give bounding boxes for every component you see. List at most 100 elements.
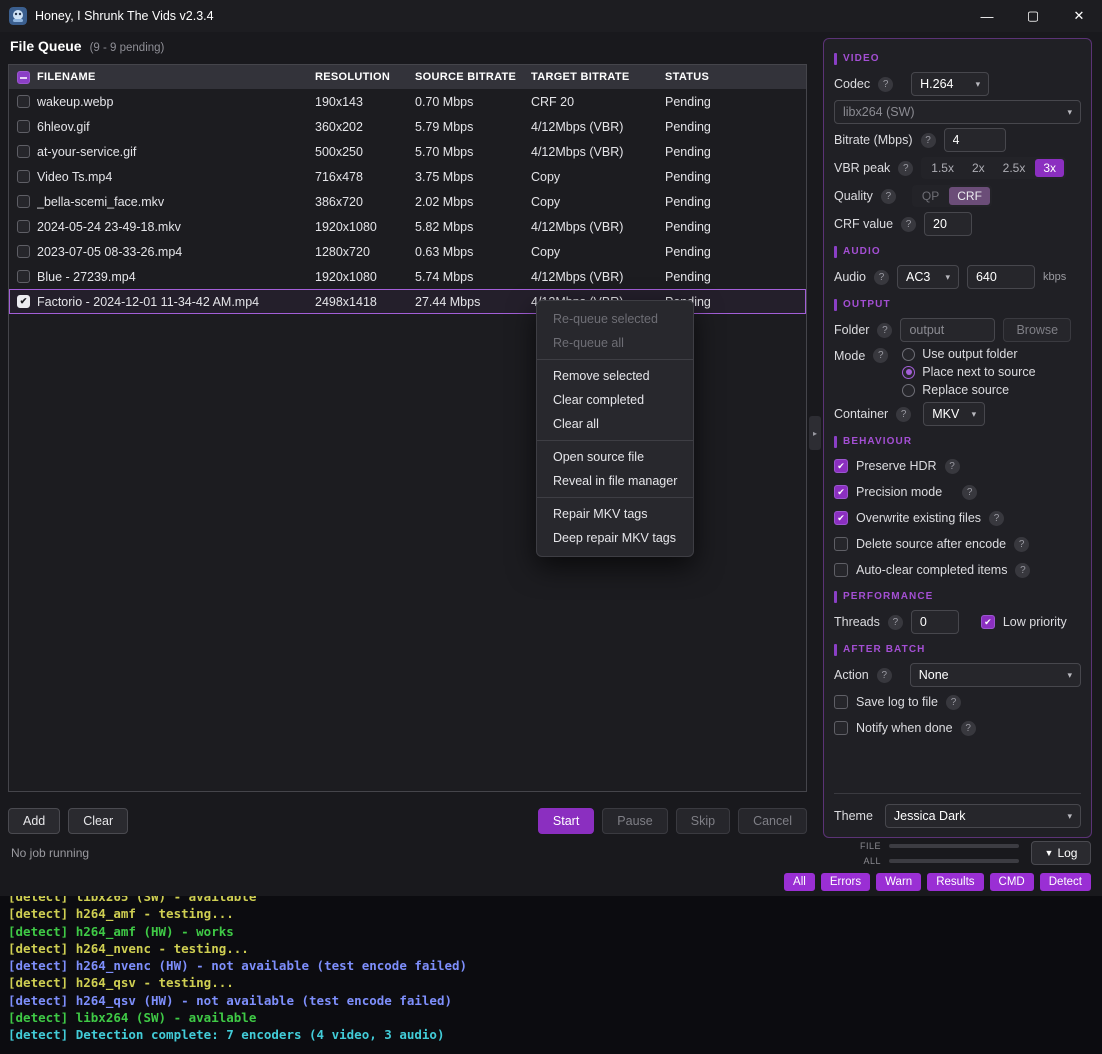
help-icon[interactable]: ?	[898, 161, 913, 176]
table-row[interactable]: 2024-05-24 23-49-18.mkv 1920x1080 5.82 M…	[9, 214, 806, 239]
cancel-button[interactable]: Cancel	[738, 808, 807, 834]
help-icon[interactable]: ?	[896, 407, 911, 422]
help-icon[interactable]: ?	[877, 323, 892, 338]
help-icon[interactable]: ?	[877, 668, 892, 683]
log-toggle-button[interactable]: ▼ Log	[1031, 841, 1091, 865]
bitrate-input[interactable]	[944, 128, 1006, 152]
add-button[interactable]: Add	[8, 808, 60, 834]
container-select[interactable]: MKV ▾	[923, 402, 985, 426]
row-checkbox[interactable]	[17, 195, 30, 208]
col-target-bitrate[interactable]: TARGET BITRATE	[531, 71, 665, 83]
menu-deep-repair-mkv-tags[interactable]: Deep repair MKV tags	[537, 526, 693, 550]
mode-use-output-folder[interactable]: Use output folder	[902, 347, 1035, 361]
auto-clear-checkbox[interactable]	[834, 563, 848, 577]
close-icon[interactable]: ✕	[1056, 0, 1102, 32]
mode-label: Mode	[834, 349, 865, 363]
col-filename[interactable]: FILENAME	[37, 71, 315, 83]
maximize-icon[interactable]: ▢	[1010, 0, 1056, 32]
help-icon[interactable]: ?	[888, 615, 903, 630]
table-row[interactable]: 2023-07-05 08-33-26.mp4 1280x720 0.63 Mb…	[9, 239, 806, 264]
table-row[interactable]: 6hleov.gif 360x202 5.79 Mbps 4/12Mbps (V…	[9, 114, 806, 139]
filter-results-button[interactable]: Results	[927, 873, 983, 891]
output-folder-input[interactable]	[900, 318, 995, 342]
mode-place-next-to-source[interactable]: Place next to source	[902, 365, 1035, 379]
audio-bitrate-input[interactable]	[967, 265, 1035, 289]
browse-button[interactable]: Browse	[1003, 318, 1071, 342]
select-all-checkbox[interactable]	[17, 71, 30, 84]
notify-checkbox[interactable]	[834, 721, 848, 735]
table-row[interactable]: Video Ts.mp4 716x478 3.75 Mbps Copy Pend…	[9, 164, 806, 189]
help-icon[interactable]: ?	[878, 77, 893, 92]
save-log-checkbox[interactable]	[834, 695, 848, 709]
cell-filename: wakeup.webp	[37, 95, 315, 109]
log-panel[interactable]: [detect] libx265 (SW) - available [detec…	[0, 896, 1102, 1054]
help-icon[interactable]: ?	[921, 133, 936, 148]
vbr-option-3x[interactable]: 3x	[1035, 159, 1064, 177]
overwrite-existing-checkbox[interactable]: ✔	[834, 511, 848, 525]
vbr-option-2x[interactable]: 2x	[964, 159, 993, 177]
filter-errors-button[interactable]: Errors	[821, 873, 870, 891]
start-button[interactable]: Start	[538, 808, 594, 834]
help-icon[interactable]: ?	[874, 270, 889, 285]
quality-option-qp[interactable]: QP	[914, 187, 947, 205]
row-checkbox[interactable]	[17, 145, 30, 158]
table-row[interactable]: _bella-scemi_face.mkv 386x720 2.02 Mbps …	[9, 189, 806, 214]
pause-button[interactable]: Pause	[602, 808, 667, 834]
table-row[interactable]: wakeup.webp 190x143 0.70 Mbps CRF 20 Pen…	[9, 89, 806, 114]
help-icon[interactable]: ?	[1014, 537, 1029, 552]
mode-replace-source[interactable]: Replace source	[902, 383, 1035, 397]
after-batch-action-select[interactable]: None ▾	[910, 663, 1081, 687]
row-checkbox[interactable]	[17, 220, 30, 233]
row-checkbox[interactable]	[17, 270, 30, 283]
help-icon[interactable]: ?	[1015, 563, 1030, 578]
menu-open-source-file[interactable]: Open source file	[537, 445, 693, 469]
menu-clear-completed[interactable]: Clear completed	[537, 388, 693, 412]
menu-clear-all[interactable]: Clear all	[537, 412, 693, 436]
quality-option-crf[interactable]: CRF	[949, 187, 990, 205]
vbr-option-1-5x[interactable]: 1.5x	[923, 159, 962, 177]
filter-all-button[interactable]: All	[784, 873, 815, 891]
sidebar-collapse-handle[interactable]: ▸	[809, 416, 821, 450]
filter-warn-button[interactable]: Warn	[876, 873, 921, 891]
save-log-label: Save log to file	[856, 695, 938, 709]
help-icon[interactable]: ?	[881, 189, 896, 204]
row-checkbox[interactable]	[17, 95, 30, 108]
row-checkbox[interactable]	[17, 245, 30, 258]
col-source-bitrate[interactable]: SOURCE BITRATE	[415, 71, 531, 83]
filter-cmd-button[interactable]: CMD	[990, 873, 1034, 891]
clear-button[interactable]: Clear	[68, 808, 128, 834]
col-status[interactable]: STATUS	[665, 71, 806, 83]
table-row[interactable]: Blue - 27239.mp4 1920x1080 5.74 Mbps 4/1…	[9, 264, 806, 289]
encoder-select[interactable]: libx264 (SW) ▾	[834, 100, 1081, 124]
minimize-icon[interactable]: —	[964, 0, 1010, 32]
audio-codec-select[interactable]: AC3 ▾	[897, 265, 959, 289]
codec-select[interactable]: H.264 ▾	[911, 72, 989, 96]
delete-source-checkbox[interactable]	[834, 537, 848, 551]
precision-mode-checkbox[interactable]: ✔	[834, 485, 848, 499]
filter-detect-button[interactable]: Detect	[1040, 873, 1091, 891]
theme-select[interactable]: Jessica Dark ▾	[885, 804, 1081, 828]
row-checkbox[interactable]	[17, 170, 30, 183]
help-icon[interactable]: ?	[946, 695, 961, 710]
low-priority-checkbox[interactable]: ✔	[981, 615, 995, 629]
crf-value-input[interactable]	[924, 212, 972, 236]
all-progress-label: ALL	[855, 856, 881, 866]
vbr-option-2-5x[interactable]: 2.5x	[995, 159, 1034, 177]
help-icon[interactable]: ?	[873, 348, 888, 363]
help-icon[interactable]: ?	[945, 459, 960, 474]
row-checkbox-checked[interactable]: ✔	[17, 295, 30, 308]
log-line: [detect] h264_amf - testing...	[8, 905, 1102, 922]
row-checkbox[interactable]	[17, 120, 30, 133]
menu-repair-mkv-tags[interactable]: Repair MKV tags	[537, 502, 693, 526]
menu-reveal-in-file-manager[interactable]: Reveal in file manager	[537, 469, 693, 493]
skip-button[interactable]: Skip	[676, 808, 730, 834]
table-row[interactable]: at-your-service.gif 500x250 5.70 Mbps 4/…	[9, 139, 806, 164]
help-icon[interactable]: ?	[901, 217, 916, 232]
help-icon[interactable]: ?	[962, 485, 977, 500]
help-icon[interactable]: ?	[961, 721, 976, 736]
preserve-hdr-checkbox[interactable]: ✔	[834, 459, 848, 473]
menu-remove-selected[interactable]: Remove selected	[537, 364, 693, 388]
help-icon[interactable]: ?	[989, 511, 1004, 526]
col-resolution[interactable]: RESOLUTION	[315, 71, 415, 83]
threads-input[interactable]	[911, 610, 959, 634]
